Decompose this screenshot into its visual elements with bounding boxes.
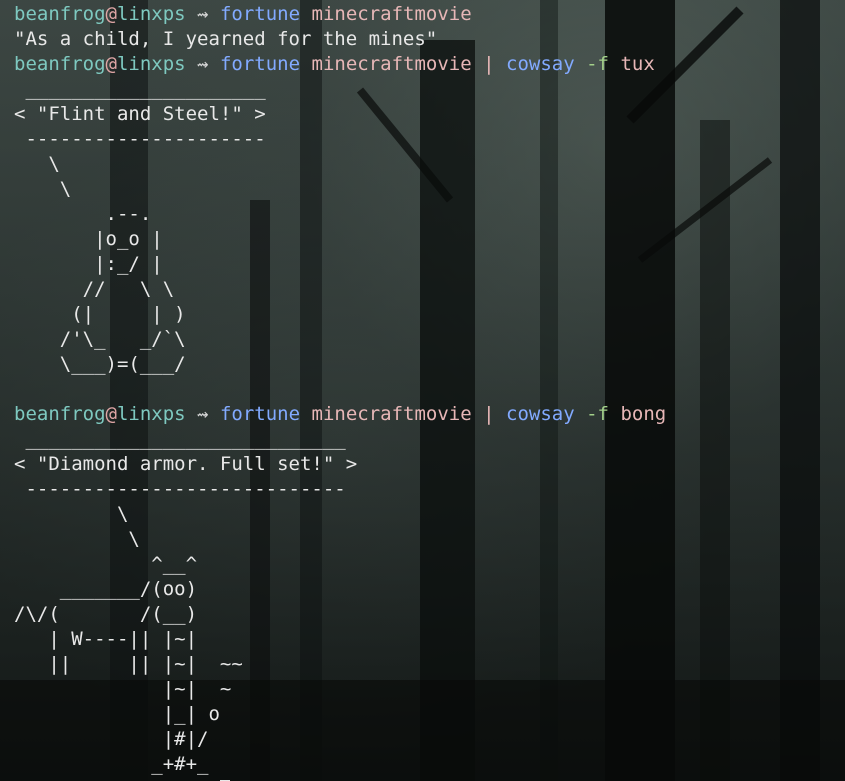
prompt-at: @ [105, 3, 117, 25]
prompt-line[interactable]: beanfrog@linxps ⇝ [14, 777, 845, 781]
command-output: "As a child, I yearned for the mines" [14, 28, 438, 50]
pipe-symbol: | [483, 53, 495, 75]
ascii-line: \ [14, 153, 60, 175]
speech-bubble-text: < "Flint and Steel!" > [14, 103, 266, 125]
bong-ascii-art: \ \ ^__^ _______/(oo) /\/( /(__) | W----… [14, 502, 845, 777]
prompt-host: linxps [116, 403, 186, 425]
ascii-line: || || |~| ~~ [14, 653, 243, 675]
prompt-user: beanfrog [14, 403, 106, 425]
command-name: fortune [219, 3, 301, 25]
terminal-output: beanfrog@linxps ⇝ fortune minecraftmovie… [0, 0, 845, 781]
prompt-at: @ [105, 53, 117, 75]
command-name: fortune [219, 53, 301, 75]
speech-bubble-top: ____________________________ [14, 428, 346, 450]
prompt-host: linxps [116, 53, 186, 75]
ascii-line: \ [14, 528, 140, 550]
command-flag-arg: tux [620, 53, 655, 75]
ascii-line: ^__^ [14, 553, 198, 575]
prompt-at: @ [105, 403, 117, 425]
ascii-line: _______/(oo) [14, 578, 198, 600]
ascii-line: (| | ) [14, 303, 186, 325]
prompt-line: beanfrog@linxps ⇝ fortune minecraftmovie [14, 2, 845, 27]
prompt-line: beanfrog@linxps ⇝ fortune minecraftmovie… [14, 52, 845, 77]
ascii-line: |#|/ [14, 728, 209, 750]
ascii-line: |~| ~ [14, 678, 232, 700]
ascii-line: |_| o [14, 703, 220, 725]
ascii-line: |:_/ | [14, 253, 163, 275]
terminal-window[interactable]: beanfrog@linxps ⇝ fortune minecraftmovie… [0, 0, 845, 781]
prompt-host: linxps [116, 3, 186, 25]
command-name: fortune [219, 403, 301, 425]
prompt-arrow-icon: ⇝ [197, 3, 209, 25]
speech-bubble-bottom: --------------------- [14, 128, 266, 150]
prompt-line: beanfrog@linxps ⇝ fortune minecraftmovie… [14, 402, 845, 427]
ascii-line: \___)=(___/ [14, 353, 186, 375]
ascii-line: \ [14, 178, 72, 200]
tux-ascii-art: \ \ .--. |o_o | |:_/ | // \ \ (| | ) /'\… [14, 152, 845, 377]
ascii-line: | W----|| |~| [14, 628, 198, 650]
ascii-line: \ [14, 503, 129, 525]
command-flag: -f [586, 403, 609, 425]
command-flag: -f [586, 53, 609, 75]
ascii-line: .--. [14, 203, 152, 225]
prompt-arrow-icon: ⇝ [197, 53, 209, 75]
speech-bubble-text: < "Diamond armor. Full set!" > [14, 453, 358, 475]
command-name: cowsay [506, 403, 575, 425]
ascii-line: _+#+_ [14, 753, 209, 775]
ascii-line: /\/( /(__) [14, 603, 198, 625]
speech-bubble-bottom: ---------------------------- [14, 478, 346, 500]
command-name: cowsay [506, 53, 575, 75]
command-flag-arg: bong [620, 403, 667, 425]
prompt-user: beanfrog [14, 53, 106, 75]
prompt-user: beanfrog [14, 3, 106, 25]
ascii-line: |o_o | [14, 228, 163, 250]
ascii-line: /'\_ _/`\ [14, 328, 186, 350]
command-arg: minecraftmovie [311, 403, 472, 425]
speech-bubble-top: _____________________ [14, 78, 266, 100]
prompt-arrow-icon: ⇝ [197, 403, 209, 425]
ascii-line: // \ \ [14, 278, 175, 300]
pipe-symbol: | [483, 403, 495, 425]
command-arg: minecraftmovie [311, 3, 472, 25]
command-arg: minecraftmovie [311, 53, 472, 75]
